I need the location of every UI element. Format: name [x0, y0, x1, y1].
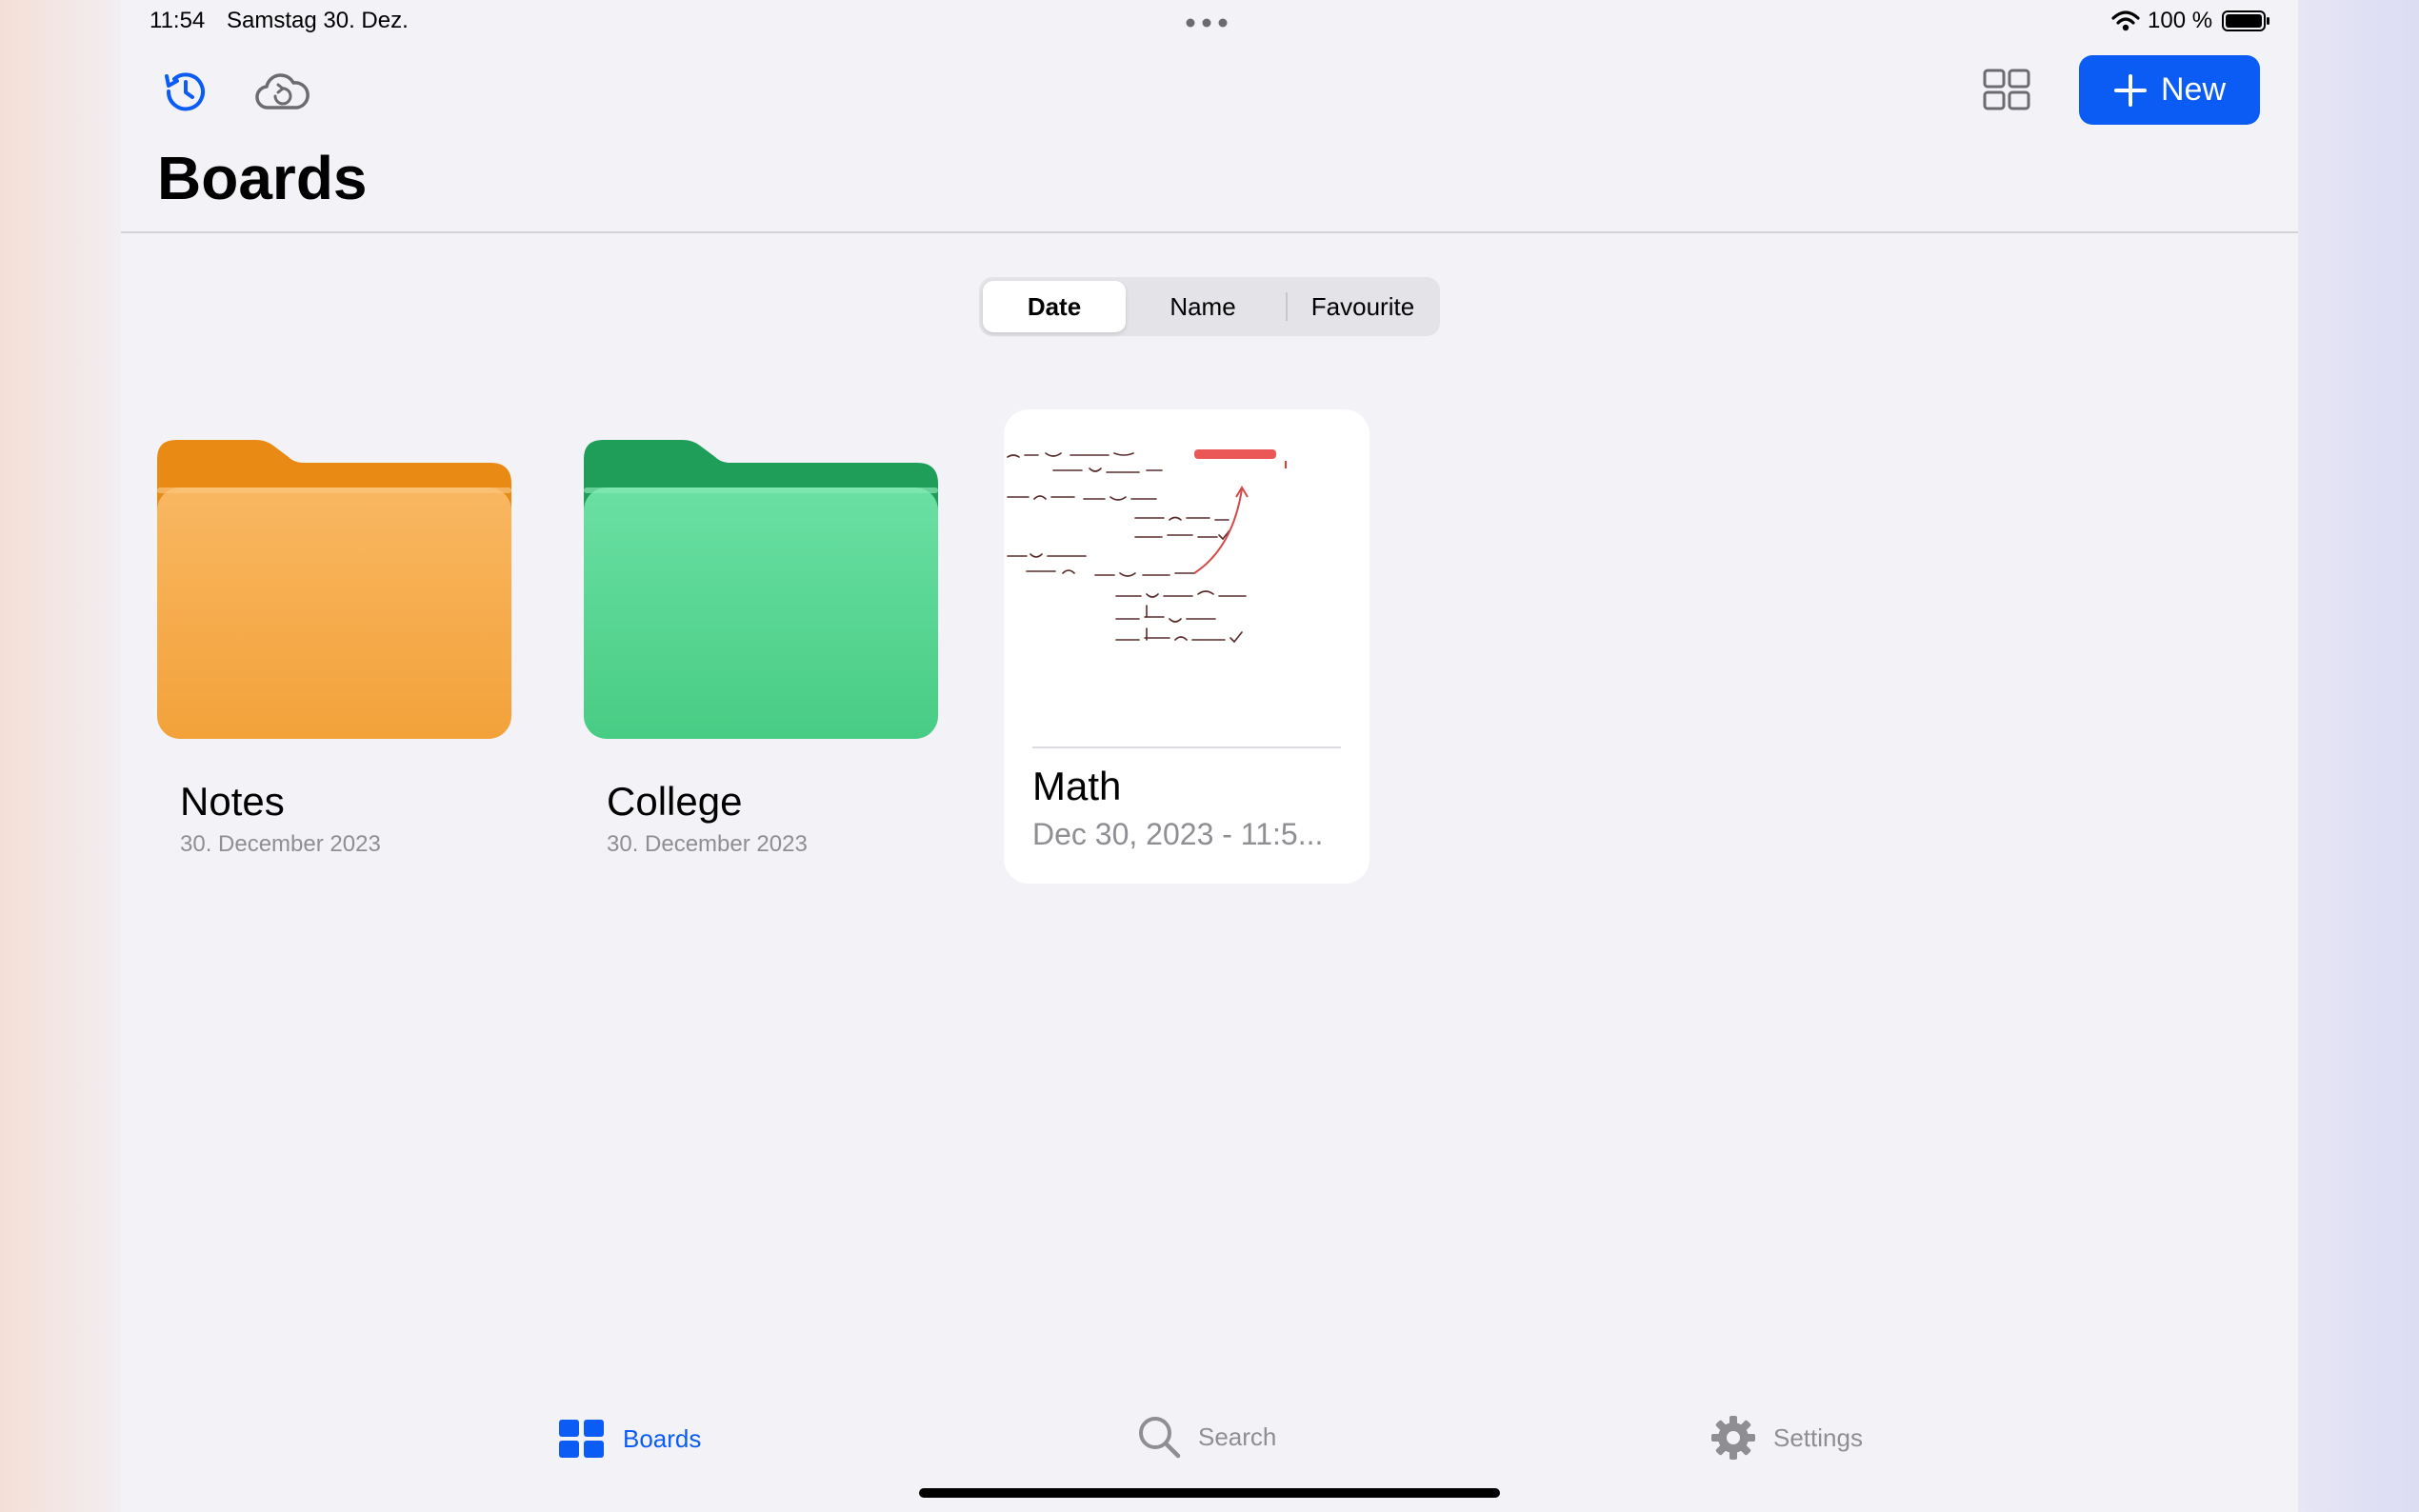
header-divider — [121, 231, 2298, 233]
sort-option-favourite[interactable]: Favourite — [1289, 281, 1436, 332]
sort-segmented-control: Date Name Favourite — [979, 277, 1440, 336]
tab-settings[interactable]: Settings — [1710, 1415, 1863, 1461]
battery-percent: 100 % — [2148, 8, 2213, 33]
tab-settings-label: Settings — [1773, 1422, 1863, 1452]
folder-icon — [157, 440, 511, 739]
sort-option-date[interactable]: Date — [983, 281, 1126, 332]
folder-college[interactable] — [584, 438, 938, 739]
new-button[interactable]: New — [2079, 55, 2260, 125]
status-date: Samstag 30. Dez. — [227, 8, 409, 33]
folder-college-date: 30. December 2023 — [607, 831, 808, 857]
board-card-divider — [1032, 746, 1341, 748]
tab-boards[interactable]: Boards — [558, 1419, 701, 1459]
board-card-math[interactable]: Math Dec 30, 2023 - 11:5... — [1004, 409, 1369, 884]
gear-icon — [1711, 1416, 1755, 1460]
grid-view-icon[interactable] — [1981, 67, 2032, 112]
status-time: 11:54 — [150, 8, 206, 33]
tab-boards-label: Boards — [623, 1423, 702, 1453]
page-title: Boards — [157, 144, 368, 212]
plus-icon — [2113, 73, 2147, 107]
board-card-date: Dec 30, 2023 - 11:5... — [1032, 817, 1324, 851]
history-clock-icon[interactable] — [157, 65, 210, 118]
tab-search[interactable]: Search — [1137, 1415, 1276, 1459]
battery-icon — [2222, 10, 2271, 32]
board-card-title: Math — [1032, 764, 1122, 808]
folder-icon — [584, 440, 938, 739]
boards-grid-icon — [559, 1420, 604, 1458]
cloud-sync-icon[interactable] — [252, 67, 311, 116]
segment-divider — [1286, 292, 1288, 321]
wifi-icon — [2111, 10, 2140, 32]
folder-notes[interactable] — [157, 438, 511, 739]
folder-notes-date: 30. December 2023 — [180, 831, 381, 857]
folder-notes-title: Notes — [180, 779, 285, 824]
tab-search-label: Search — [1198, 1422, 1277, 1451]
new-button-label: New — [2160, 71, 2227, 108]
sort-option-name[interactable]: Name — [1131, 281, 1274, 332]
home-indicator[interactable] — [919, 1488, 1500, 1498]
board-thumbnail — [1007, 449, 1287, 644]
app-window: 11:54 Samstag 30. Dez. 100 % New Boards … — [121, 0, 2298, 1512]
folder-college-title: College — [607, 779, 743, 824]
magnifier-icon — [1139, 1417, 1181, 1459]
multitasking-dots-icon[interactable] — [1186, 15, 1228, 28]
